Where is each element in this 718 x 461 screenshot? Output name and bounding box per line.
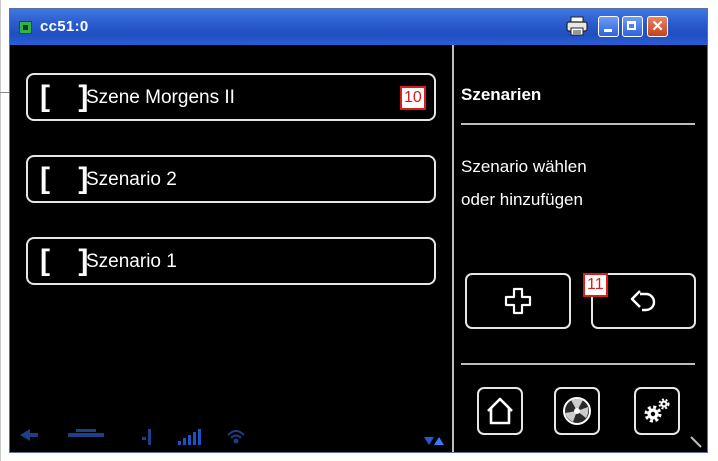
- antenna-icon: [142, 429, 151, 445]
- annotation-badge: 11: [583, 273, 608, 297]
- gear-icon: [644, 398, 670, 423]
- resize-grip-icon[interactable]: [689, 435, 703, 449]
- close-button[interactable]: ✕: [647, 16, 668, 37]
- status-bar: [16, 417, 446, 451]
- minimize-button[interactable]: [598, 16, 619, 37]
- home-button[interactable]: [477, 387, 523, 435]
- main-content: [ ] Szene Morgens II 10 [ ] Szenario 2 […: [10, 45, 707, 452]
- scene-label: Szene Morgens II: [86, 87, 235, 108]
- app-window: cc51:0 ✕ [ ] Szene Morgens II 10 [ ] Sze…: [9, 8, 708, 453]
- back-arrow-icon: [630, 290, 655, 312]
- panel-instruction-line-2: oder hinzufügen: [461, 190, 583, 209]
- window-title: cc51:0: [40, 18, 89, 35]
- nav-separator: [461, 363, 695, 365]
- home-icon: [487, 397, 513, 425]
- plus-icon: [504, 287, 532, 315]
- app-icon: [19, 21, 32, 34]
- settings-button[interactable]: [634, 387, 680, 435]
- scene-button-2[interactable]: [ ] Szenario 2: [26, 155, 436, 203]
- printer-icon[interactable]: [566, 16, 588, 36]
- panel-title: Szenarien: [461, 85, 542, 104]
- fan-button[interactable]: [554, 387, 600, 435]
- arrow-icon: [20, 429, 38, 441]
- close-icon: ✕: [651, 18, 664, 35]
- wifi-icon: [227, 430, 245, 444]
- panel-divider: [452, 45, 454, 452]
- panel-instruction-line-1: Szenario wählen: [461, 157, 587, 176]
- network-icon: [68, 429, 104, 437]
- maximize-button[interactable]: [622, 16, 643, 37]
- scene-button-3[interactable]: [ ] Szenario 1: [26, 237, 436, 285]
- fan-icon: [563, 397, 591, 425]
- scene-button-1[interactable]: [ ] Szene Morgens II 10: [26, 73, 436, 121]
- signal-icon: [178, 429, 201, 445]
- annotation-badge: 10: [400, 86, 426, 110]
- panel-separator: [461, 123, 695, 125]
- scene-label: Szenario 1: [86, 251, 177, 272]
- add-scenario-button[interactable]: [465, 273, 571, 329]
- title-bar[interactable]: cc51:0 ✕: [10, 9, 707, 45]
- updown-icon: [424, 437, 444, 445]
- scene-label: Szenario 2: [86, 169, 177, 190]
- outer-frame-line: [0, 0, 1, 461]
